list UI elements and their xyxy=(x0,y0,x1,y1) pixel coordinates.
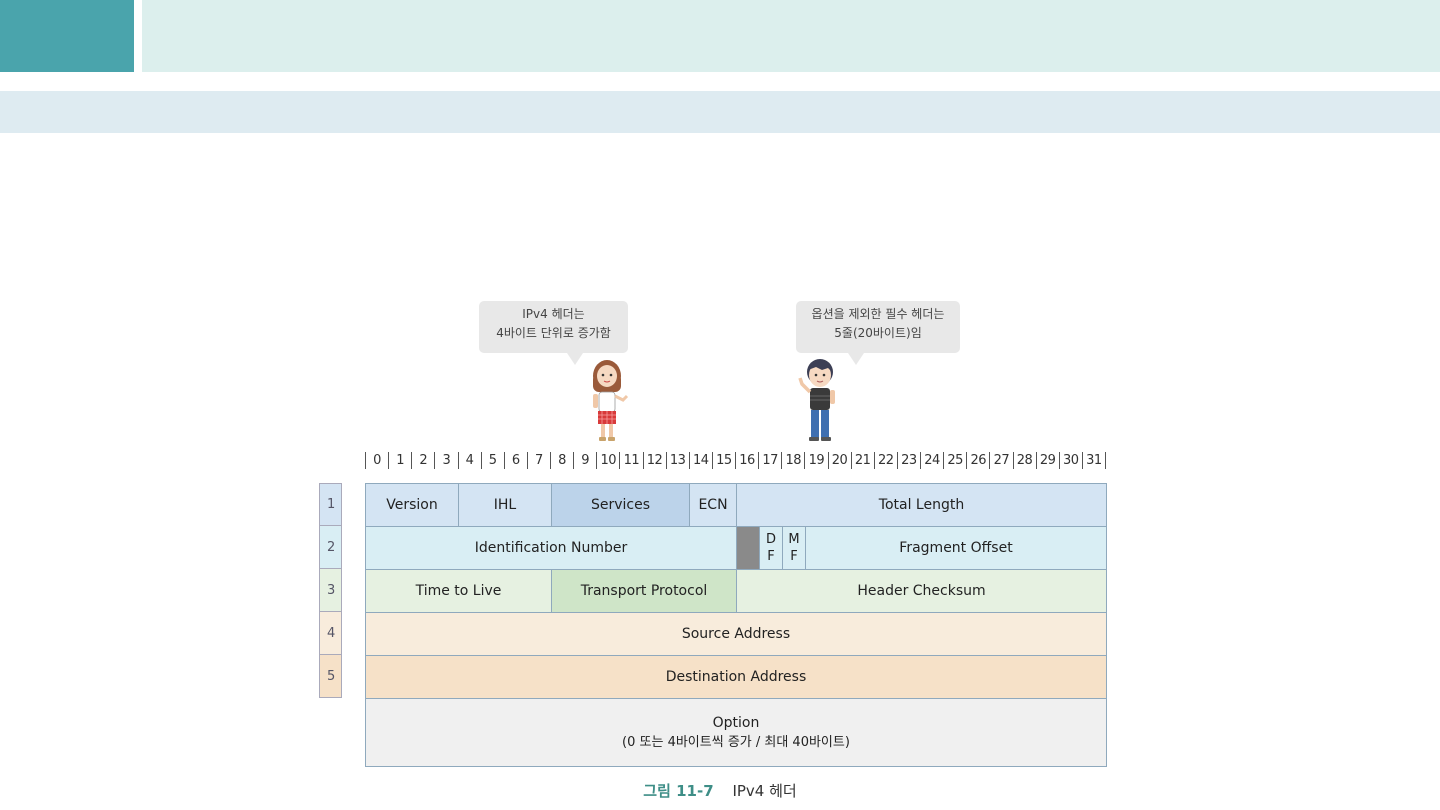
bit-label: 15 xyxy=(713,452,736,469)
bit-label: 26 xyxy=(967,452,991,469)
bit-label: 25 xyxy=(944,452,968,469)
option-detail: (0 또는 4바이트씩 증가 / 최대 40바이트) xyxy=(622,734,850,750)
bit-label: 3 xyxy=(435,452,459,469)
bit-label: 30 xyxy=(1060,452,1083,469)
field-header-checksum: Header Checksum xyxy=(736,569,1107,613)
bit-label: 9 xyxy=(574,452,598,469)
field-identification: Identification Number xyxy=(365,526,737,570)
bubble-left-line1: IPv4 헤더는 xyxy=(522,307,585,321)
bit-label: 29 xyxy=(1037,452,1060,469)
field-total-length: Total Length xyxy=(736,483,1107,527)
field-services: Services xyxy=(551,483,690,527)
header-band xyxy=(142,0,1440,72)
field-reserved-flag xyxy=(736,526,760,570)
field-fragment-offset: Fragment Offset xyxy=(805,526,1107,570)
field-time-to-live: Time to Live xyxy=(365,569,552,613)
bit-label: 16 xyxy=(736,452,760,469)
row-number-2: 2 xyxy=(319,526,342,569)
field-ecn: ECN xyxy=(689,483,737,527)
bit-label: 7 xyxy=(528,452,551,469)
speech-bubble-left: IPv4 헤더는 4바이트 단위로 증가함 xyxy=(479,301,628,365)
bubble-right-line1: 옵션을 제외한 필수 헤더는 xyxy=(811,307,945,321)
bit-label: 21 xyxy=(852,452,875,469)
bit-label: 24 xyxy=(921,452,945,469)
field-ihl: IHL xyxy=(458,483,552,527)
girl-character-icon xyxy=(593,360,629,441)
bit-label: 11 xyxy=(620,452,644,469)
field-source-address: Source Address xyxy=(365,612,1107,656)
bit-label: 19 xyxy=(805,452,829,469)
bit-label: 13 xyxy=(667,452,690,469)
field-destination-address: Destination Address xyxy=(365,655,1107,699)
bit-label: 17 xyxy=(759,452,783,469)
bit-label: 8 xyxy=(551,452,575,469)
row-number-5: 5 xyxy=(319,655,342,698)
bubble-right-line2: 5줄(20바이트)임 xyxy=(834,326,922,340)
boy-character-icon xyxy=(798,359,835,441)
field-df: D F xyxy=(759,526,783,570)
speech-bubble-right: 옵션을 제외한 필수 헤더는 5줄(20바이트)임 xyxy=(796,301,960,365)
header-accent-block xyxy=(0,0,134,72)
bit-label: 28 xyxy=(1014,452,1037,469)
field-mf: M F xyxy=(782,526,806,570)
bubble-left-line2: 4바이트 단위로 증가함 xyxy=(496,326,611,340)
row-number-4: 4 xyxy=(319,612,342,655)
bit-label: 2 xyxy=(412,452,436,469)
bit-label: 5 xyxy=(482,452,505,469)
bit-label: 18 xyxy=(782,452,806,469)
caption-title: IPv4 헤더 xyxy=(732,782,797,800)
figure-caption: 그림 11-7 IPv4 헤더 xyxy=(0,780,1440,801)
field-option: Option (0 또는 4바이트씩 증가 / 최대 40바이트) xyxy=(365,698,1107,767)
bit-ruler: 0 1 2 3 4 5 6 7 8 9 10 11 12 13 14 15 16 17 18 19 20 21 22 23 24… xyxy=(365,452,1106,469)
bit-label: 6 xyxy=(505,452,528,469)
row-number-1: 1 xyxy=(319,483,342,526)
bit-label: 20 xyxy=(829,452,852,469)
subheader-band xyxy=(0,91,1440,133)
bit-label: 22 xyxy=(875,452,898,469)
bit-label: 4 xyxy=(459,452,482,469)
bit-label: 12 xyxy=(644,452,667,469)
row-number-3: 3 xyxy=(319,569,342,612)
option-title: Option xyxy=(712,714,760,731)
bit-label: 27 xyxy=(990,452,1014,469)
bit-label: 31 xyxy=(1083,452,1106,469)
bit-label: 14 xyxy=(690,452,713,469)
bit-label: 0 xyxy=(366,452,390,469)
caption-number: 그림 11-7 xyxy=(643,782,714,800)
bit-label: 10 xyxy=(597,452,621,469)
bit-label: 1 xyxy=(389,452,413,469)
field-version: Version xyxy=(365,483,459,527)
bit-label: 23 xyxy=(898,452,921,469)
field-transport-protocol: Transport Protocol xyxy=(551,569,737,613)
